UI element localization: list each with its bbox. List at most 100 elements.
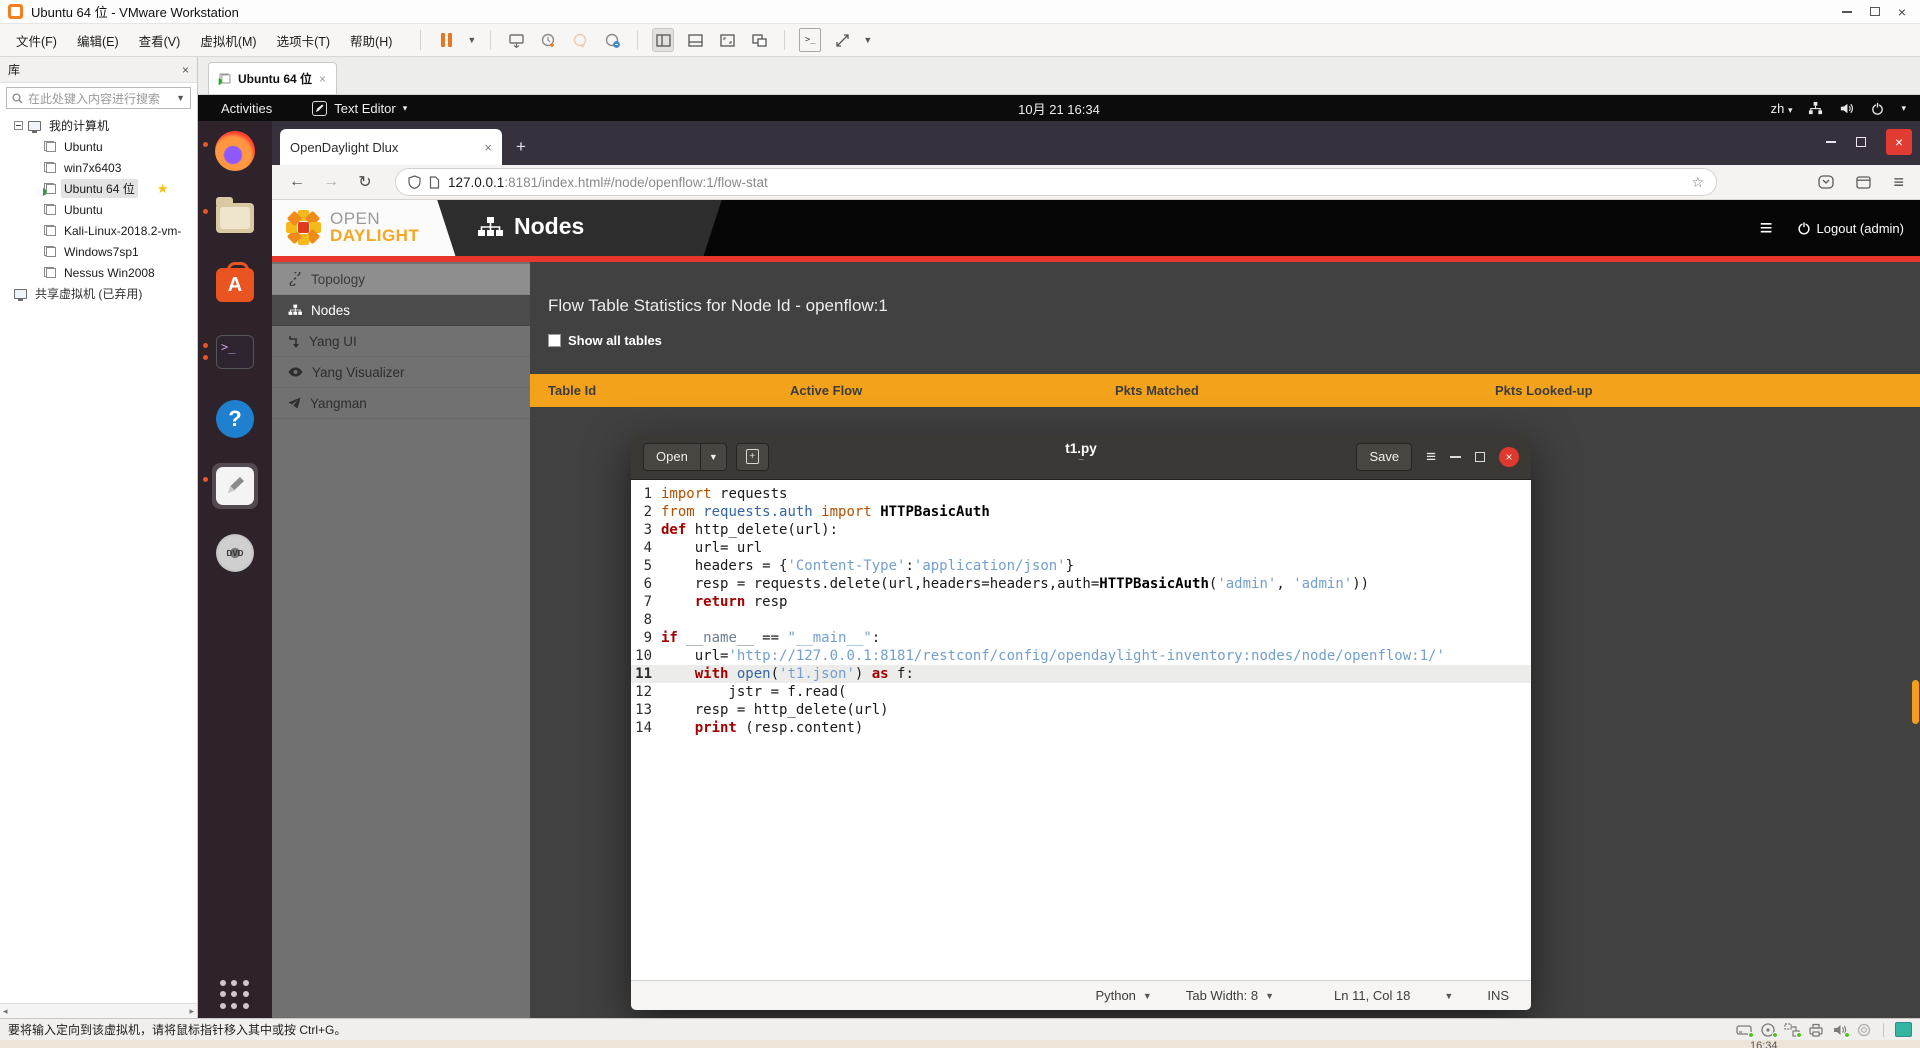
sidebar-item-topology[interactable]: Topology [272, 264, 530, 295]
scroll-right-icon[interactable]: ▸ [189, 1006, 194, 1017]
pocket-icon[interactable] [1818, 174, 1835, 190]
code-line[interactable]: 2 from requests.auth import HTTPBasicAuth [631, 503, 1531, 521]
gedit-titlebar[interactable]: Open ▼ + t1.py ~ Save ≡ × [631, 434, 1531, 480]
scroll-left-icon[interactable]: ◂ [3, 1006, 8, 1017]
dock-item-files[interactable] [203, 195, 258, 241]
show-all-tables-checkbox[interactable] [548, 334, 561, 347]
library-search-input[interactable]: 在此处键入内容进行搜索 ▼ [6, 87, 191, 109]
vm-tab-close-icon[interactable]: × [319, 72, 326, 86]
firefox-minimize-icon[interactable] [1826, 141, 1836, 143]
send-ctrl-alt-del-button[interactable] [505, 28, 527, 52]
maximize-icon[interactable] [1869, 7, 1880, 16]
tree-item-vm[interactable]: Ubuntu 64 位 ★ [0, 178, 197, 199]
firefox-restore-icon[interactable] [1856, 137, 1866, 147]
hard-disk-icon[interactable] [1736, 1023, 1754, 1038]
search-dropdown-icon[interactable]: ▼ [176, 93, 185, 103]
revert-snapshot-button[interactable] [569, 28, 591, 52]
network-icon[interactable] [1808, 101, 1823, 116]
sidebar-item-yang-ui[interactable]: Yang UI [272, 326, 530, 357]
sidebar-item-yangman[interactable]: Yangman [272, 388, 530, 419]
menu-item[interactable]: 帮助(H) [340, 27, 402, 54]
take-snapshot-button[interactable] [537, 28, 559, 52]
code-line[interactable]: 13 resp = http_delete(url) [631, 701, 1531, 719]
library-close-icon[interactable]: × [182, 63, 189, 77]
back-button[interactable]: ← [280, 173, 314, 191]
opendaylight-logo[interactable]: OPEN DAYLIGHT [284, 208, 419, 246]
tab-close-icon[interactable]: × [484, 140, 492, 155]
gedit-maximize-icon[interactable] [1475, 451, 1485, 462]
expander-icon[interactable] [14, 121, 23, 130]
url-bar[interactable]: 127.0.0.1:8181/index.html#/node/openflow… [396, 169, 1716, 195]
dock-item-ubuntu-software[interactable]: A [212, 262, 258, 308]
fullscreen-button[interactable] [716, 28, 738, 52]
logout-button[interactable]: Logout (admin) [1797, 221, 1904, 236]
cursor-position[interactable]: Ln 11, Col 18 [1334, 988, 1410, 1003]
code-line[interactable]: 4 url= url [631, 539, 1531, 557]
tree-shared-vms[interactable]: 共享虚拟机 (已弃用) [0, 283, 197, 304]
sidebar-item-nodes[interactable]: Nodes [272, 295, 530, 326]
code-line[interactable]: 12 jstr = f.read( [631, 683, 1531, 701]
open-button[interactable]: Open [643, 442, 701, 471]
open-dropdown-icon[interactable]: ▼ [700, 442, 727, 471]
code-line[interactable]: 8 [631, 611, 1531, 629]
bookmark-star-icon[interactable]: ☆ [1691, 174, 1704, 191]
clock[interactable]: 10月 21 16:34 [1018, 99, 1100, 118]
cd-rom-icon[interactable] [1760, 1022, 1778, 1038]
position-dropdown-icon[interactable]: ▼ [1444, 991, 1453, 1001]
firefox-close-icon[interactable]: × [1886, 129, 1912, 155]
sound-icon[interactable] [1832, 1023, 1850, 1038]
code-line[interactable]: 1 import requests [631, 485, 1531, 503]
menu-hamburger-icon[interactable]: ≡ [1893, 172, 1904, 193]
page-scrollbar-thumb[interactable] [1912, 680, 1919, 724]
view-dropdown-icon[interactable]: ▼ [863, 35, 872, 45]
tree-item-vm[interactable]: Ubuntu [0, 199, 197, 220]
new-document-button[interactable]: + [735, 442, 769, 471]
tab-width-selector[interactable]: Tab Width: 8 ▼ [1186, 988, 1274, 1003]
menu-item[interactable]: 选项卡(T) [267, 27, 340, 54]
system-menu-caret-icon[interactable]: ▾ [1901, 103, 1906, 114]
stretch-view-button[interactable] [831, 28, 853, 52]
code-line[interactable]: 9 if __name__ == "__main__": [631, 629, 1531, 647]
open-terminal-button[interactable]: >_ [799, 28, 822, 52]
activities-button[interactable]: Activities [217, 101, 276, 116]
menu-item[interactable]: 虚拟机(M) [190, 27, 266, 54]
reload-button[interactable]: ↻ [348, 172, 382, 192]
new-tab-button[interactable]: + [516, 137, 526, 157]
tree-item-vm[interactable]: Windows7sp1 [0, 241, 197, 262]
page-info-icon[interactable] [429, 175, 440, 189]
printer-icon[interactable] [1808, 1023, 1824, 1037]
tree-item-vm[interactable]: Kali-Linux-2018.2-vm- [0, 220, 197, 241]
code-line[interactable]: 5 headers = {'Content-Type':'application… [631, 557, 1531, 575]
dock-item-show-apps[interactable] [212, 972, 258, 1018]
pause-vm-button[interactable] [435, 28, 457, 52]
input-method-indicator[interactable]: zh ▾ [1771, 101, 1793, 116]
show-library-button[interactable] [652, 28, 675, 52]
firefox-tab[interactable]: OpenDaylight Dlux × [280, 129, 502, 165]
language-selector[interactable]: Python ▼ [1095, 988, 1151, 1003]
vm-tab-ubuntu64[interactable]: Ubuntu 64 位 × [208, 62, 338, 94]
header-menu-icon[interactable]: ≡ [1760, 215, 1773, 241]
gedit-menu-icon[interactable]: ≡ [1426, 447, 1436, 467]
power-icon[interactable] [1870, 101, 1885, 116]
menu-item[interactable]: 查看(V) [129, 27, 191, 54]
dock-item-help[interactable]: ? [212, 396, 258, 442]
minimize-icon[interactable] [1841, 10, 1852, 13]
dock-item-dvd[interactable]: DVD [212, 530, 258, 576]
dock-item-terminal[interactable]: >_ [203, 329, 258, 375]
code-line[interactable]: 6 resp = requests.delete(url,headers=hea… [631, 575, 1531, 593]
app-menu[interactable]: Text Editor ▾ [312, 100, 407, 116]
close-icon[interactable]: × [1898, 4, 1906, 20]
code-line[interactable]: 3 def http_delete(url): [631, 521, 1531, 539]
code-line[interactable]: 14 print (resp.content) [631, 719, 1531, 737]
network-icon[interactable] [1784, 1022, 1802, 1038]
gedit-minimize-icon[interactable] [1450, 455, 1461, 458]
save-to-pocket-icon[interactable] [1856, 175, 1872, 189]
code-line[interactable]: 7 return resp [631, 593, 1531, 611]
tree-root-my-computer[interactable]: 我的计算机 [0, 115, 197, 136]
library-horizontal-scrollbar[interactable]: ◂ ▸ [0, 1003, 197, 1018]
sidebar-item-yang-visualizer[interactable]: Yang Visualizer [272, 357, 530, 388]
message-log-icon[interactable] [1895, 1022, 1912, 1037]
usb-icon[interactable] [1856, 1023, 1872, 1037]
save-button[interactable]: Save [1356, 442, 1413, 471]
tree-item-vm[interactable]: win7x6403 [0, 157, 197, 178]
